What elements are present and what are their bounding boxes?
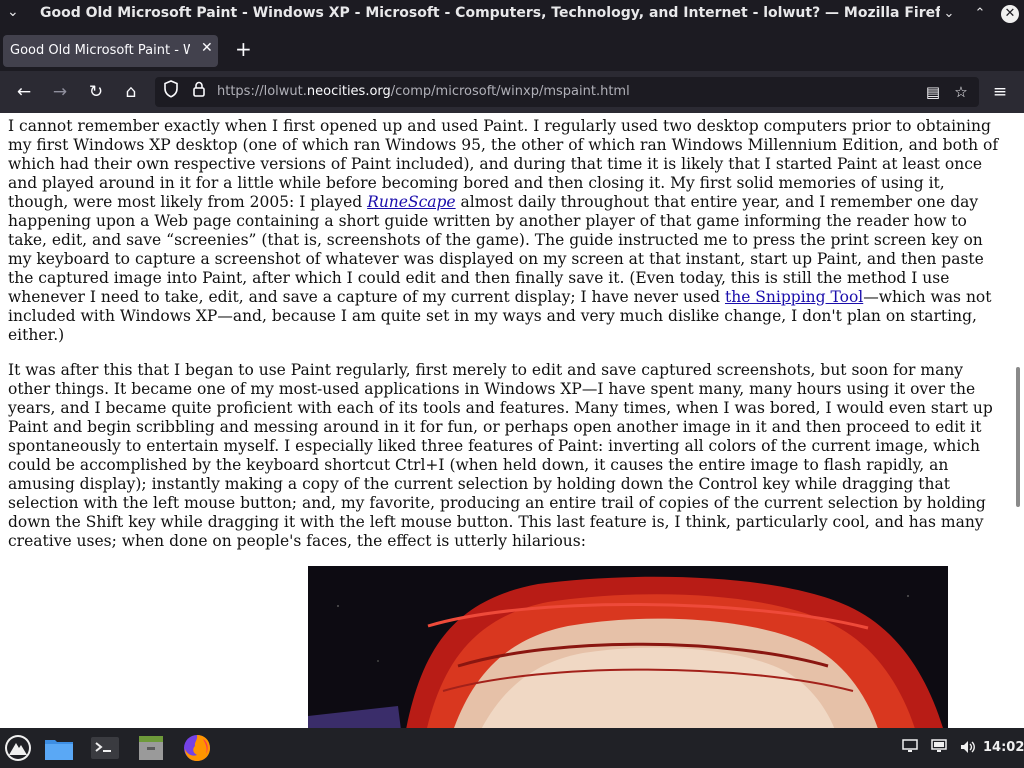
taskbar: 14:02 <box>0 728 1024 768</box>
minimize-button[interactable]: ⌄ <box>940 5 958 23</box>
runescape-link[interactable]: RuneScape <box>367 193 455 211</box>
start-menu-icon[interactable] <box>2 732 34 764</box>
network-icon[interactable] <box>901 739 919 757</box>
url-host: neocities.org <box>306 84 391 99</box>
window-titlebar[interactable]: ⌄ Good Old Microsoft Paint - Windows XP … <box>0 0 1024 29</box>
tab-title: Good Old Microsoft Paint - Windo <box>10 43 190 58</box>
window-title: Good Old Microsoft Paint - Windows XP - … <box>40 5 940 21</box>
reader-view-icon[interactable]: ▤ <box>921 80 945 104</box>
archive-icon[interactable] <box>135 732 167 764</box>
maximize-button[interactable]: ⌃ <box>971 5 989 23</box>
paint-trail-image <box>308 566 948 728</box>
display-icon[interactable] <box>930 739 948 757</box>
new-tab-button[interactable]: + <box>235 38 252 60</box>
scrollbar-thumb[interactable] <box>1016 367 1020 507</box>
back-icon[interactable]: ← <box>12 80 36 104</box>
navigation-bar: ← → ↻ ⌂ https://lolwut.neocities.org/com… <box>0 71 1024 113</box>
snipping-tool-link[interactable]: the Snipping Tool <box>725 288 863 306</box>
bookmark-star-icon[interactable]: ☆ <box>949 80 973 104</box>
url-bar[interactable]: https://lolwut.neocities.org/comp/micros… <box>155 77 979 107</box>
forward-icon[interactable]: → <box>48 80 72 104</box>
close-window-button[interactable]: ✕ <box>1001 5 1019 23</box>
paragraph-1: I cannot remember exactly when I first o… <box>8 117 999 344</box>
page-content: I cannot remember exactly when I first o… <box>0 113 1024 728</box>
tab-bar: Good Old Microsoft Paint - Windo ✕ + <box>0 29 1024 71</box>
clock[interactable]: 14:02 <box>983 740 1024 755</box>
lock-icon[interactable] <box>187 80 211 104</box>
reload-icon[interactable]: ↻ <box>84 80 108 104</box>
url-text[interactable]: https://lolwut.neocities.org/comp/micros… <box>217 84 630 99</box>
shield-icon[interactable] <box>159 80 183 104</box>
terminal-icon[interactable] <box>89 732 121 764</box>
chevron-down-icon[interactable]: ⌄ <box>7 4 19 20</box>
tab-close-icon[interactable]: ✕ <box>201 40 213 56</box>
paragraph-2: It was after this that I began to use Pa… <box>8 361 993 550</box>
volume-icon[interactable] <box>959 739 977 757</box>
tab-mspaint[interactable]: Good Old Microsoft Paint - Windo ✕ <box>3 35 218 67</box>
home-icon[interactable]: ⌂ <box>119 80 143 104</box>
file-manager-icon[interactable] <box>43 732 75 764</box>
firefox-icon[interactable] <box>181 732 213 764</box>
app-menu-icon[interactable]: ≡ <box>988 80 1012 104</box>
